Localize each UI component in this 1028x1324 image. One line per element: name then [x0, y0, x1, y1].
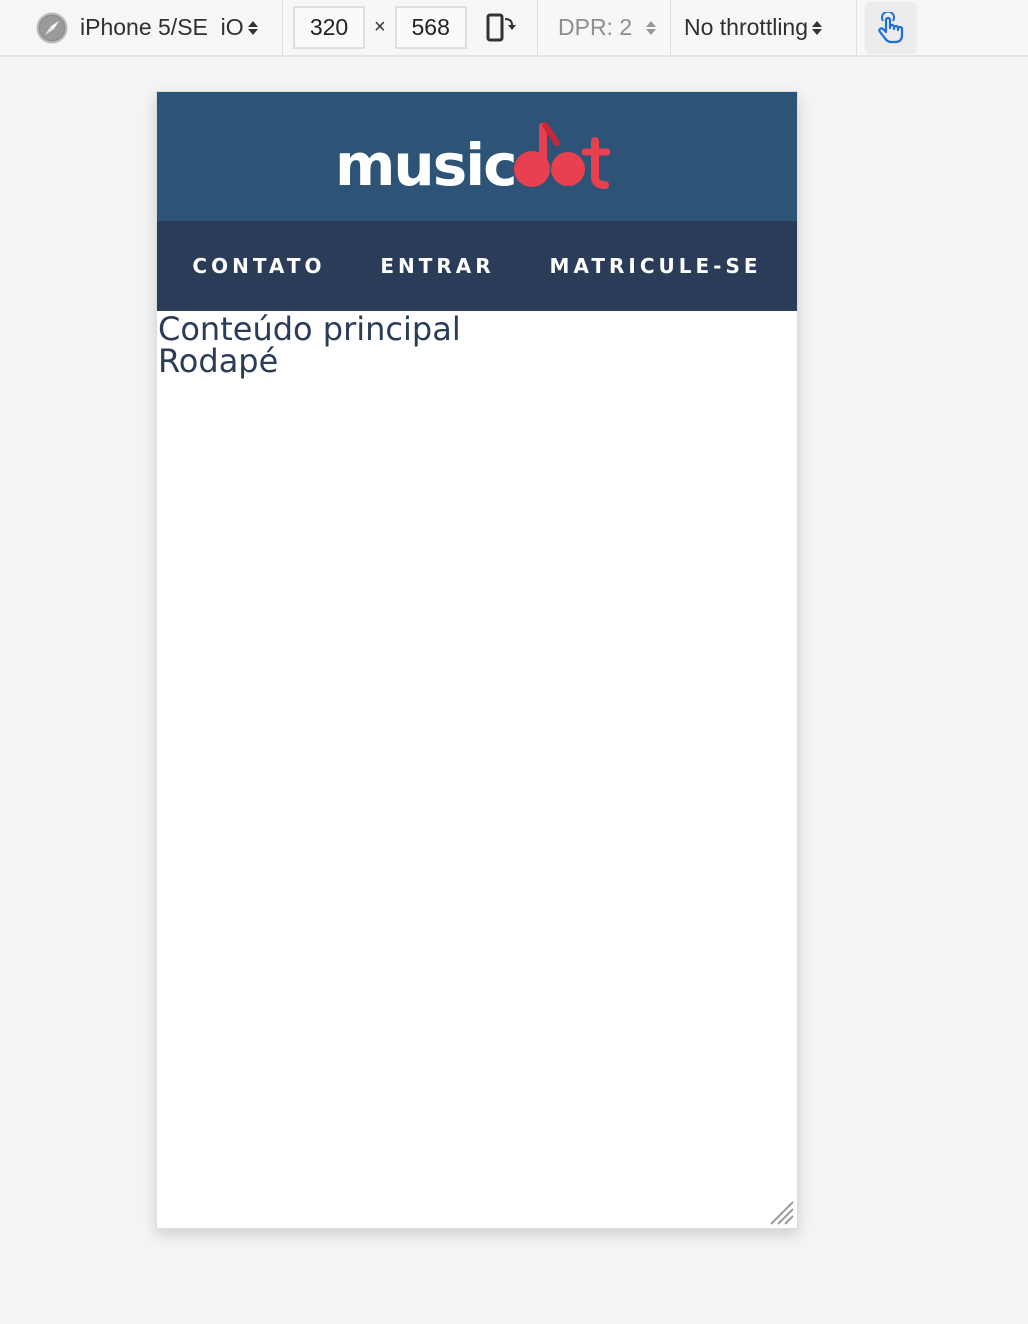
page-body: Conteúdo principal Rodapé	[157, 311, 797, 377]
device-dropdown-arrows-icon	[247, 18, 258, 38]
times-symbol: ×	[374, 16, 386, 38]
responsive-toolbar: iPhone 5/SE iO 320 × 568 DPR: 2 No throt…	[0, 0, 1028, 57]
dpr-selector[interactable]: DPR: 2	[538, 0, 671, 55]
throttling-label: No throttling	[684, 14, 809, 40]
logo-note-d-icon	[514, 121, 611, 189]
musicdot-logo[interactable]: music	[335, 119, 619, 195]
nav-link-entrar[interactable]: ENTRAR	[380, 254, 494, 278]
logo-text-music: music	[335, 131, 516, 195]
device-selector[interactable]: iPhone 5/SE iO	[0, 0, 283, 55]
device-viewport: music CONTATO ENTRAR MATRICULE-SE Conteú…	[156, 91, 798, 1229]
throttling-dropdown-arrows-icon	[812, 18, 823, 38]
site-header: music	[157, 92, 797, 221]
footer-text: Rodapé	[158, 342, 279, 380]
dpr-label: DPR: 2	[558, 14, 633, 40]
touch-hand-icon	[878, 11, 904, 43]
touch-simulation-button[interactable]	[865, 1, 917, 54]
nav-link-contato[interactable]: CONTATO	[192, 254, 325, 278]
dpr-dropdown-arrows-icon	[646, 18, 657, 38]
main-nav: CONTATO ENTRAR MATRICULE-SE	[157, 221, 797, 311]
main-content-text: Conteúdo principal	[158, 310, 461, 348]
nav-link-matricule-se[interactable]: MATRICULE-SE	[550, 254, 762, 278]
rotate-device-icon[interactable]	[485, 11, 519, 45]
dimensions-group: 320 × 568	[283, 0, 538, 55]
width-input[interactable]: 320	[293, 6, 365, 49]
resize-handle-icon[interactable]	[769, 1200, 795, 1226]
height-input[interactable]: 568	[394, 6, 467, 49]
device-label: iPhone 5/SE iO	[80, 14, 244, 40]
safari-compass-icon	[36, 12, 68, 43]
throttling-selector[interactable]: No throttling	[671, 0, 857, 55]
